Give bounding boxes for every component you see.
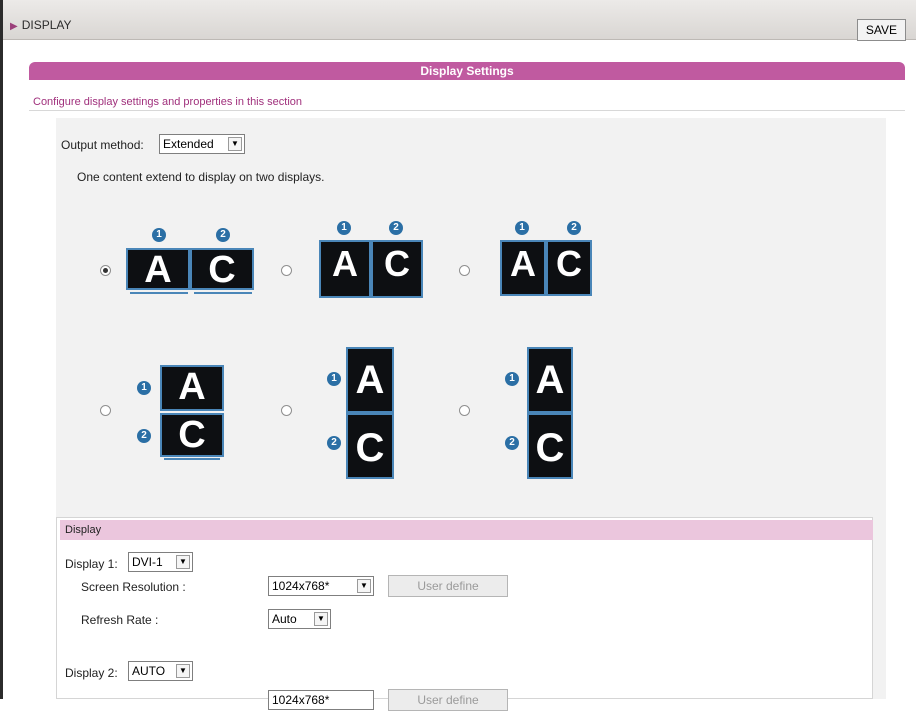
display-section-header: Display — [60, 520, 873, 540]
resolution-value-2: 1024x768* — [272, 693, 330, 707]
monitor-1: A — [160, 365, 224, 411]
badge-2-icon: 2 — [327, 436, 341, 450]
display2-label: Display 2: — [65, 666, 118, 680]
badge-2-icon: 2 — [567, 221, 581, 235]
monitor-2: C — [527, 413, 573, 479]
display1-value: DVI-1 — [132, 555, 163, 569]
top-bar: ▶ DISPLAY SAVE — [0, 0, 916, 41]
resolution-select[interactable]: 1024x768* ▼ — [268, 576, 374, 596]
refresh-value: Auto — [272, 612, 297, 626]
badge-1-icon: 1 — [337, 221, 351, 235]
badge-1-icon: 1 — [327, 372, 341, 386]
monitor-stand — [130, 292, 188, 294]
monitor-2: C — [160, 413, 224, 457]
left-border — [0, 0, 3, 699]
monitor-2: C — [346, 413, 394, 479]
chevron-down-icon: ▼ — [228, 137, 242, 151]
resolution-label: Screen Resolution : — [81, 580, 186, 594]
refresh-label: Refresh Rate : — [81, 613, 159, 627]
chevron-down-icon: ▼ — [314, 612, 328, 626]
chevron-down-icon: ▼ — [176, 555, 190, 569]
output-method-description: One content extend to display on two dis… — [77, 170, 325, 184]
layout-radio-4[interactable] — [100, 405, 111, 416]
page-title-text: DISPLAY — [21, 18, 72, 32]
monitor-2: C — [371, 240, 423, 298]
chevron-down-icon: ▼ — [357, 579, 371, 593]
badge-1-icon: 1 — [152, 228, 166, 242]
display1-select[interactable]: DVI-1 ▼ — [128, 552, 193, 572]
layout-radio-3[interactable] — [459, 265, 470, 276]
monitor-stand — [164, 458, 220, 460]
resolution-value: 1024x768* — [272, 579, 330, 593]
refresh-select[interactable]: Auto ▼ — [268, 609, 331, 629]
badge-2-icon: 2 — [389, 221, 403, 235]
output-method-value: Extended — [163, 137, 214, 151]
display2-select[interactable]: AUTO ▼ — [128, 661, 193, 681]
display2-value: AUTO — [132, 664, 166, 678]
badge-2-icon: 2 — [216, 228, 230, 242]
monitor-stand — [194, 292, 252, 294]
user-define-button-2[interactable]: User define — [388, 689, 508, 711]
panel-description: Configure display settings and propertie… — [33, 96, 303, 108]
monitor-1: A — [500, 240, 546, 296]
monitor-1: A — [527, 347, 573, 413]
layout-radio-2[interactable] — [281, 265, 292, 276]
badge-1-icon: 1 — [505, 372, 519, 386]
layout-radio-5[interactable] — [281, 405, 292, 416]
panel-header: Display Settings — [29, 62, 905, 80]
monitor-1: A — [346, 347, 394, 413]
chevron-down-icon: ▼ — [176, 664, 190, 678]
monitor-1: A — [126, 248, 190, 290]
page-title: ▶ DISPLAY — [10, 18, 72, 32]
user-define-button[interactable]: User define — [388, 575, 508, 597]
output-method-select[interactable]: Extended ▼ — [159, 134, 245, 154]
monitor-2: C — [546, 240, 592, 296]
badge-1-icon: 1 — [515, 221, 529, 235]
divider — [29, 110, 905, 111]
resolution-select-2[interactable]: 1024x768* — [268, 690, 374, 710]
layout-radio-6[interactable] — [459, 405, 470, 416]
monitor-1: A — [319, 240, 371, 298]
monitor-2: C — [190, 248, 254, 290]
display1-label: Display 1: — [65, 557, 118, 571]
badge-1-icon: 1 — [137, 381, 151, 395]
output-method-label: Output method: — [61, 138, 144, 152]
badge-2-icon: 2 — [137, 429, 151, 443]
save-button[interactable]: SAVE — [856, 19, 906, 41]
badge-2-icon: 2 — [505, 436, 519, 450]
triangle-right-icon: ▶ — [10, 21, 18, 32]
layout-radio-1[interactable] — [100, 265, 111, 276]
